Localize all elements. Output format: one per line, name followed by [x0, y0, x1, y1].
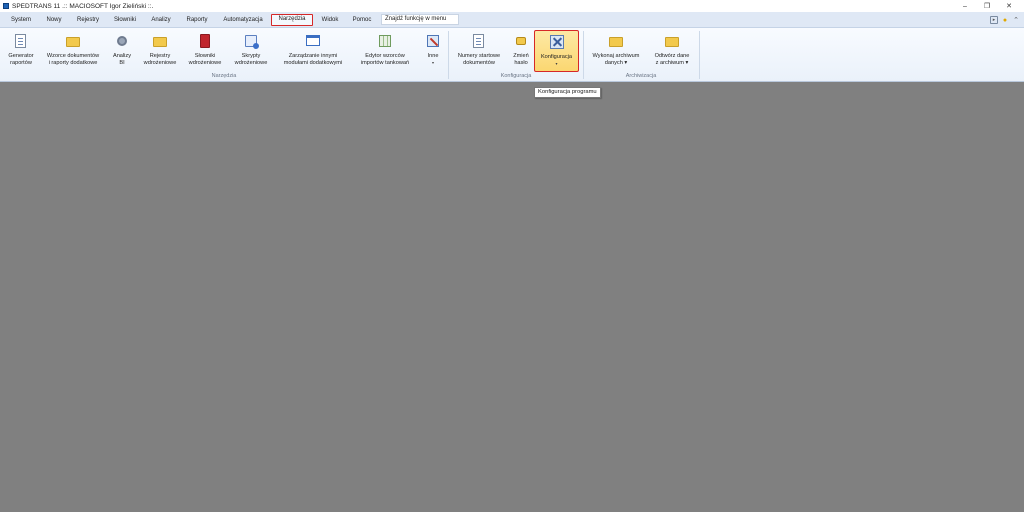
- close-button[interactable]: ✕: [998, 0, 1020, 12]
- fuel-import-editor-button[interactable]: Edytor wzorców importów tankowań: [353, 30, 417, 72]
- menu-widok[interactable]: Widok: [316, 14, 344, 26]
- modules-manager-button[interactable]: Zarządzanie innymi modułami dodatkowymi: [276, 30, 350, 72]
- implementation-registers-button[interactable]: Rejestry wdrożeniowe: [139, 30, 181, 72]
- minimize-button[interactable]: –: [954, 0, 976, 12]
- menu-bar: System Nowy Rejestry Słowniki Analizy Ra…: [0, 12, 1024, 28]
- menu-pomoc[interactable]: Pomoc: [347, 14, 377, 26]
- menu-slowniki[interactable]: Słowniki: [108, 14, 142, 26]
- change-password-icon: [513, 33, 529, 49]
- restore-archive-button[interactable]: Odtwórz dane z archiwum ▾: [648, 30, 696, 72]
- modules-manager-icon: [305, 33, 321, 49]
- implementation-dictionaries-button[interactable]: Słowniki wdrożeniowe: [184, 30, 226, 72]
- workspace-area: [0, 83, 1024, 512]
- ribbon: Generator raportów Wzorce dokumentów i r…: [0, 28, 1024, 82]
- document-templates-button[interactable]: Wzorce dokumentów i raporty dodatkowe: [40, 30, 106, 72]
- menu-nowy[interactable]: Nowy: [40, 14, 68, 26]
- other-tools-icon: [425, 33, 441, 49]
- group-label-narzedzia: Narzędzia: [211, 73, 237, 79]
- document-templates-icon: [65, 33, 81, 49]
- report-generator-icon: [13, 33, 29, 49]
- group-separator: [699, 31, 700, 79]
- window-title: SPEDTRANS 11 .:: MACIOSOFT Igor Zielińsk…: [12, 2, 154, 10]
- group-label-konfiguracja: Konfiguracja: [500, 73, 532, 79]
- window-controls: – ❐ ✕: [954, 0, 1020, 12]
- menu-system[interactable]: System: [6, 14, 36, 26]
- configuration-button[interactable]: Konfiguracja ▾: [534, 30, 579, 72]
- menu-raporty[interactable]: Raporty: [180, 14, 214, 26]
- group-separator: [583, 31, 584, 79]
- analysis-bi-button[interactable]: Analizy BI: [107, 30, 137, 72]
- implementation-scripts-button[interactable]: Skrypty wdrożeniowe: [229, 30, 273, 72]
- other-tools-button[interactable]: Inne ▾: [421, 30, 445, 72]
- group-label-archiwizacja: Archiwizacja: [625, 73, 657, 79]
- menu-narzedzia[interactable]: Narzędzia: [271, 14, 313, 26]
- menu-rejestry[interactable]: Rejestry: [72, 14, 104, 26]
- menubar-right-icons: ▸ ● ⌃: [990, 15, 1020, 25]
- configuration-tooltip: Konfiguracja programu: [534, 87, 601, 98]
- help-box-icon[interactable]: ▸: [990, 16, 998, 24]
- group-separator: [448, 31, 449, 79]
- ribbon-collapse-icon[interactable]: ⌃: [1012, 16, 1020, 24]
- menu-automatyzacja[interactable]: Automatyzacja: [217, 14, 269, 26]
- archive-data-icon: [608, 33, 624, 49]
- title-bar: SPEDTRANS 11 .:: MACIOSOFT Igor Zielińsk…: [0, 0, 1024, 12]
- menu-analizy[interactable]: Analizy: [145, 14, 177, 26]
- lightbulb-icon[interactable]: ●: [1001, 16, 1009, 24]
- configuration-icon: [549, 34, 565, 50]
- change-password-button[interactable]: Zmień hasło: [509, 30, 533, 72]
- archive-data-button[interactable]: Wykonaj archiwum danych ▾: [586, 30, 646, 72]
- start-numbers-button[interactable]: Numery startowe dokumentów: [452, 30, 506, 72]
- restore-archive-icon: [664, 33, 680, 49]
- implementation-scripts-icon: [243, 33, 259, 49]
- app-icon: [3, 3, 9, 9]
- analysis-bi-icon: [114, 33, 130, 49]
- menu-search-input[interactable]: Znajdź funkcję w menu: [381, 14, 459, 25]
- implementation-dictionaries-icon: [197, 33, 213, 49]
- start-numbers-icon: [471, 33, 487, 49]
- restore-button[interactable]: ❐: [976, 0, 998, 12]
- report-generator-button[interactable]: Generator raportów: [3, 30, 39, 72]
- fuel-import-editor-icon: [377, 33, 393, 49]
- implementation-registers-icon: [152, 33, 168, 49]
